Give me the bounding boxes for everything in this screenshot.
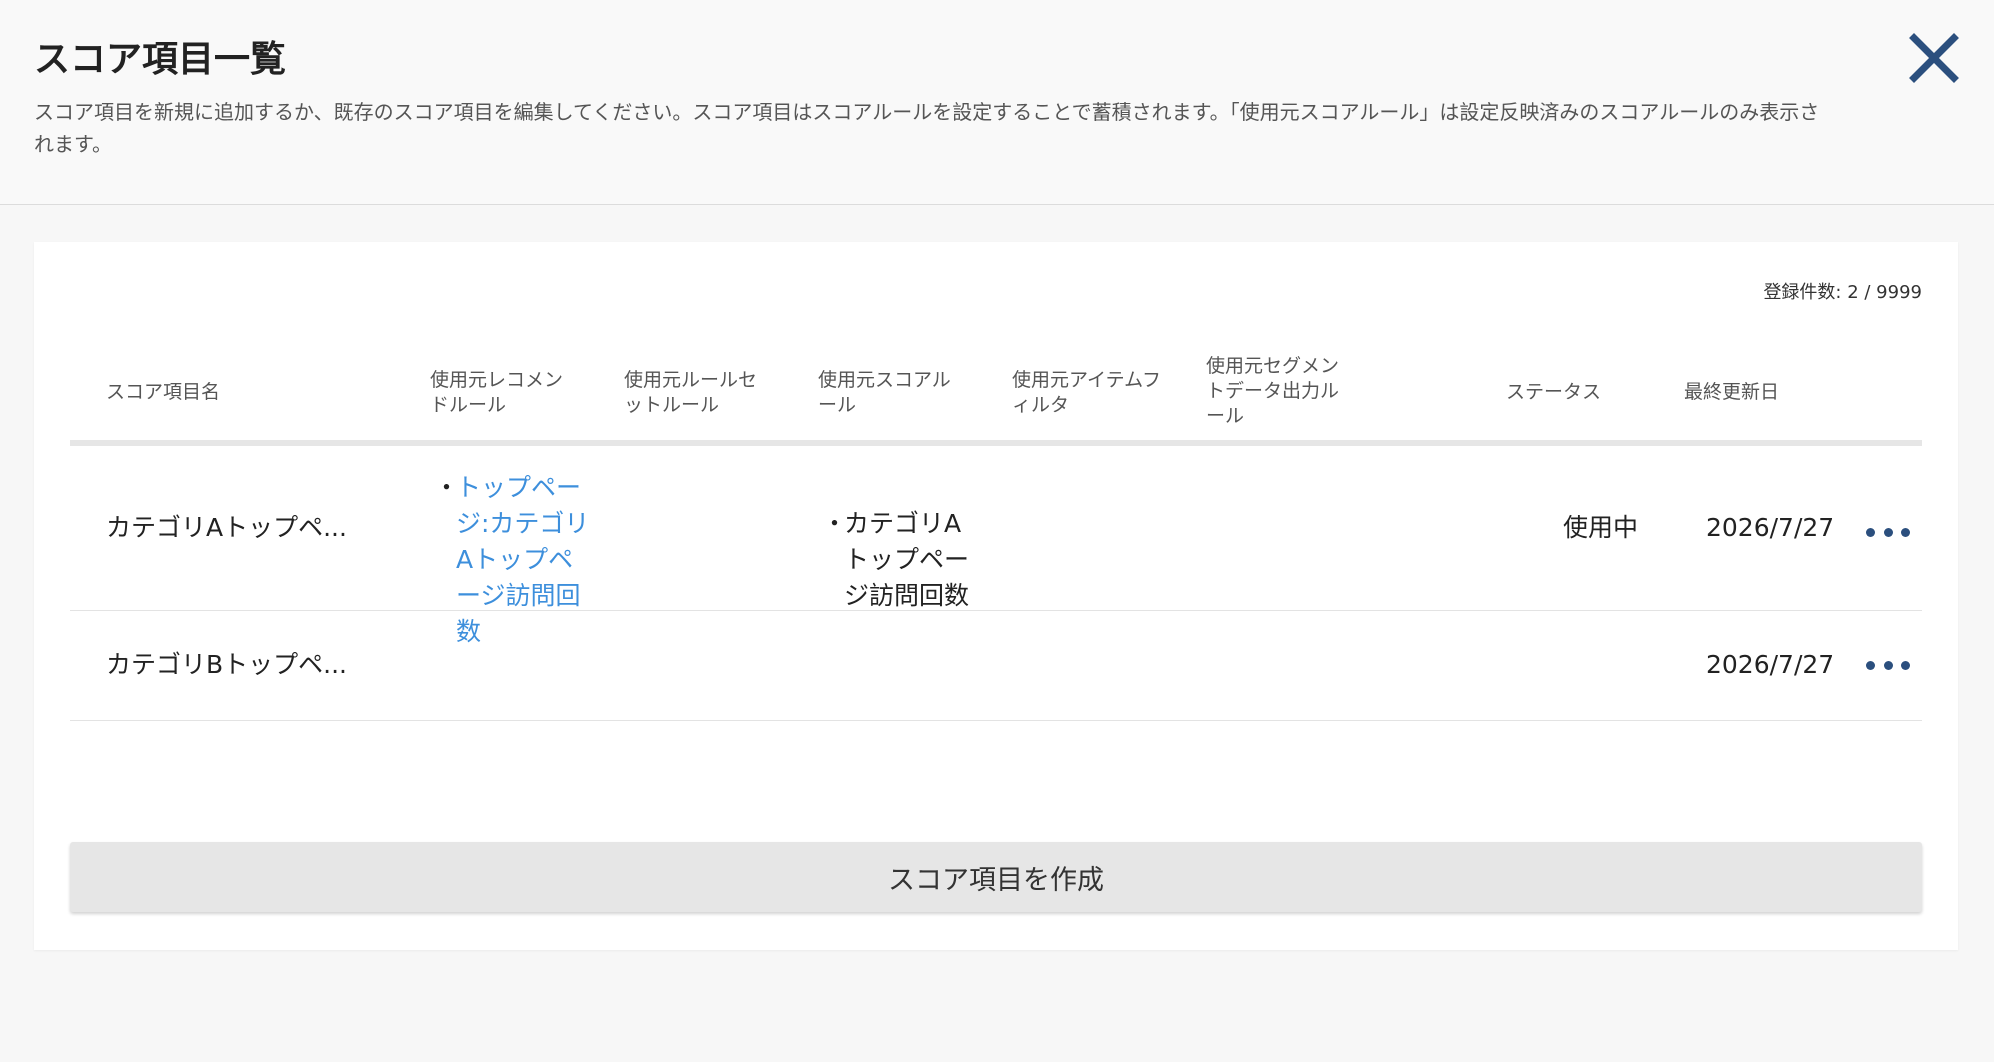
score-rule-text: カテゴリAトップページ訪問回数 <box>844 509 970 610</box>
updated-date: 2026/7/27 <box>1706 650 1835 679</box>
bullet: ・ <box>822 509 848 538</box>
more-icon <box>1866 660 1875 670</box>
close-button[interactable] <box>1906 30 1962 86</box>
more-icon-dot <box>1883 660 1893 670</box>
column-header-recommend-rule: 使用元レコメンドルール <box>430 369 564 416</box>
create-score-item-button[interactable]: スコア項目を作成 <box>70 842 1922 912</box>
column-header-item-filter: 使用元アイテムフィルタ <box>1012 369 1161 416</box>
score-item-name[interactable]: カテゴリAトップペ... <box>106 510 347 546</box>
updated-date: 2026/7/27 <box>1706 513 1835 542</box>
page-header: スコア項目一覧 スコア項目を新規に追加するか、既存のスコア項目を編集してください… <box>0 0 1994 205</box>
more-icon <box>1866 527 1875 537</box>
more-icon-dot <box>1901 660 1910 670</box>
page-description: スコア項目を新規に追加するか、既存のスコア項目を編集してください。スコア項目はス… <box>34 100 1820 156</box>
page-title: スコア項目一覧 <box>34 39 287 80</box>
status-text: 使用中 <box>1563 513 1639 542</box>
column-header-status: ステータス <box>1506 381 1602 403</box>
close-icon <box>1909 33 1959 83</box>
table-header: スコア項目名 使用元レコメンドルール 使用元ルールセットルール 使用元スコアルー… <box>70 346 1922 446</box>
score-items-card: 登録件数: 2 / 9999 スコア項目名 使用元レコメンドルール 使用元ルール… <box>34 242 1958 950</box>
column-header-ruleset-rule: 使用元ルールセットルール <box>624 369 758 416</box>
score-item-name[interactable]: カテゴリBトップペ... <box>106 647 347 683</box>
column-header-updated: 最終更新日 <box>1684 381 1780 403</box>
more-icon-dot <box>1901 527 1910 537</box>
table-row[interactable]: カテゴリBトップペ... 2026/7/27 <box>70 610 1922 721</box>
column-header-score-rule: 使用元スコアルール <box>818 369 951 416</box>
list-item: ・ カテゴリAトップページ訪問回数 <box>822 506 982 614</box>
more-menu-button[interactable] <box>1866 520 1910 544</box>
column-header-segment-rule: 使用元セグメントデータ出力ルール <box>1206 355 1340 427</box>
more-icon-dot <box>1883 527 1893 537</box>
more-menu-button[interactable] <box>1866 653 1910 677</box>
registration-count: 登録件数: 2 / 9999 <box>1763 282 1922 303</box>
column-header-name: スコア項目名 <box>106 381 221 403</box>
table-row[interactable]: カテゴリAトップペ... ・ トップページ:カテゴリAトップページ訪問回数 ・ … <box>70 446 1922 646</box>
score-rule-list: ・ カテゴリAトップページ訪問回数 <box>822 506 982 614</box>
